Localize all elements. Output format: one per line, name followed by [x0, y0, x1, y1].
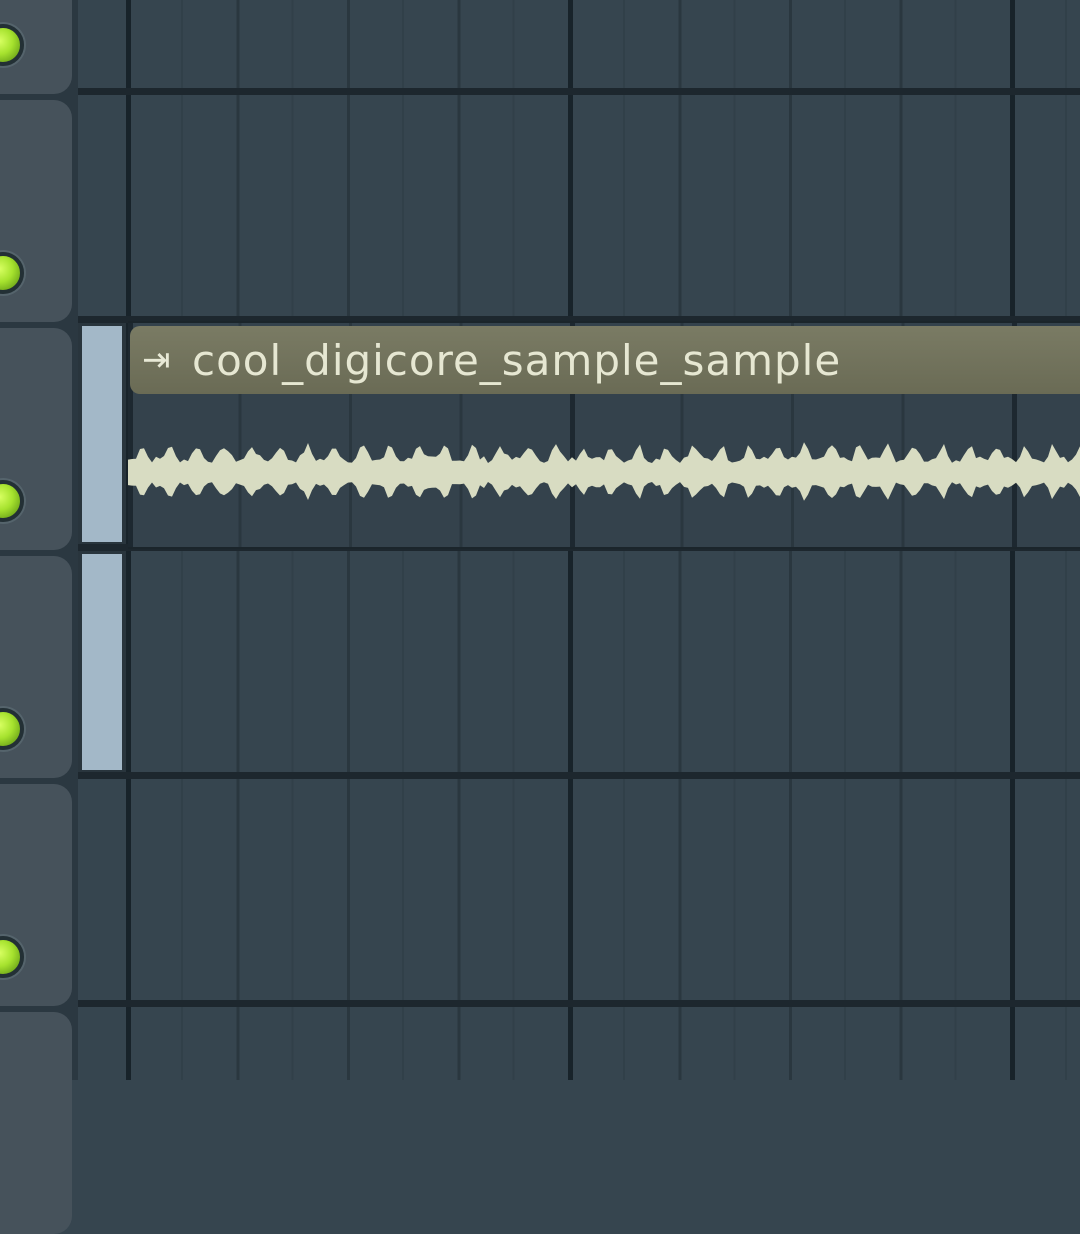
mute-led-icon[interactable]	[0, 936, 24, 978]
row-divider	[78, 1000, 1080, 1007]
waveform	[128, 442, 1080, 501]
mute-led-icon[interactable]	[0, 252, 24, 294]
track-header-2[interactable]	[0, 100, 72, 322]
track-header-6[interactable]	[0, 1012, 72, 1234]
track-header-column	[0, 0, 78, 1234]
selection-block	[82, 326, 122, 542]
track-header-5[interactable]	[0, 784, 72, 1006]
audio-clip[interactable]: ⇥ cool_digicore_sample_sample	[128, 321, 1080, 549]
selection-block	[82, 554, 122, 770]
clip-header[interactable]: ⇥ cool_digicore_sample_sample	[130, 326, 1080, 394]
row-divider	[78, 88, 1080, 95]
mute-led-icon[interactable]	[0, 24, 24, 66]
track-header-1[interactable]	[0, 0, 72, 94]
mute-led-icon[interactable]	[0, 480, 24, 522]
row-divider	[78, 772, 1080, 779]
mute-led-icon[interactable]	[0, 708, 24, 750]
track-header-4[interactable]	[0, 556, 72, 778]
clip-title: cool_digicore_sample_sample	[192, 335, 842, 385]
track-header-3[interactable]	[0, 328, 72, 550]
play-arrow-icon[interactable]: ⇥	[142, 343, 182, 377]
